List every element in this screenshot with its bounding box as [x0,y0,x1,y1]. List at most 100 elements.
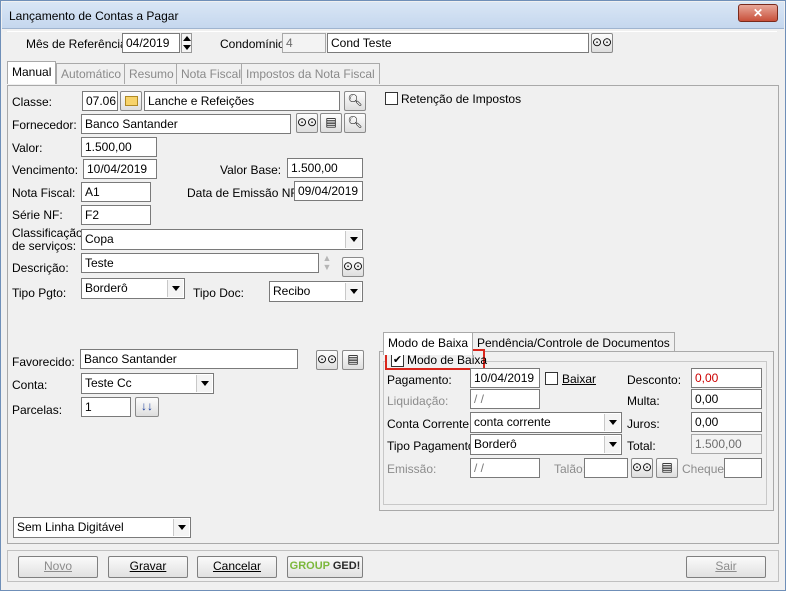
valor-input[interactable]: 1.500,00 [81,137,157,157]
classe-name-input[interactable]: Lanche e Refeições [144,91,340,111]
parcelas-input[interactable]: 1 [81,397,131,417]
chevron-down-icon[interactable] [345,283,361,300]
conta-corrente-select-value: conta corrente [474,415,551,429]
sair-button[interactable]: Sair [686,556,766,578]
cheque-input[interactable] [724,458,762,478]
tab-nota-fiscal[interactable]: Nota Fiscal [176,63,247,84]
tipo-pgto-select-value: Borderô [85,281,128,295]
tab-manual[interactable]: Manual [7,61,57,84]
conta-corrente-label: Conta Corrente: [387,417,473,431]
chevron-down-icon[interactable] [173,519,189,536]
talao-search-button[interactable]: ⊙⊙ [631,458,653,478]
spin-up-icon[interactable] [183,36,191,41]
conta-corrente-select[interactable]: conta corrente [470,412,622,433]
total-input: 1.500,00 [691,434,762,454]
serie-nf-input[interactable]: F2 [81,205,151,225]
tipo-pgto-select[interactable]: Borderô [81,278,185,299]
tab-resumo[interactable]: Resumo [124,63,179,84]
tipo-doc-select[interactable]: Recibo [269,281,363,302]
descricao-scroll[interactable]: ▲ ▼ [321,254,333,274]
emissao-input[interactable]: / / [470,458,540,478]
tipo-pgto-label: Tipo Pgto: [12,286,67,300]
favorecido-search-button[interactable]: ⊙⊙ [316,350,338,370]
classe-folder-button[interactable] [120,91,142,111]
desconto-label: Desconto: [627,373,682,387]
cancelar-button[interactable]: Cancelar [197,556,277,578]
valor-base-input[interactable]: 1.500,00 [287,158,363,178]
classificacao-select[interactable]: Copa [81,229,363,250]
liquidacao-input[interactable]: / / [470,389,540,409]
novo-button-label: Novo [43,559,72,573]
classe-lookup-button[interactable]: 🔍︎ [344,91,366,111]
tab-modo-de-baixa[interactable]: Modo de Baixa [383,332,474,355]
chevron-down-icon[interactable] [167,280,183,297]
tab-pendencia-controle[interactable]: Pendência/Controle de Documentos [472,332,675,353]
mes-referencia-input[interactable]: 04/2019 [122,33,180,53]
sair-button-label: Sair [715,559,737,573]
group-ged-button[interactable]: GROUP GED! [287,556,363,578]
cheque-label: Cheque: [682,462,728,476]
liquidacao-label: Liquidação: [387,394,449,408]
binoculars-icon: ⊙⊙ [297,115,318,129]
favorecido-input[interactable]: Banco Santander [80,349,298,369]
descricao-label: Descrição: [12,261,69,275]
baixar-label-text: Baixar [562,372,597,386]
pagamento-input[interactable]: 10/04/2019 [470,368,540,388]
data-emissao-input[interactable]: 09/04/2019 [294,181,363,201]
baixar-checkbox[interactable] [545,372,558,385]
conta-select[interactable]: Teste Cc [81,373,214,394]
vencimento-label: Vencimento: [12,163,79,177]
close-button[interactable]: ✕ [738,4,778,22]
favorecido-card-button[interactable]: ▤ [342,350,364,370]
juros-label: Juros: [627,417,660,431]
main-tabs: Manual Automático Resumo Nota Fiscal Imp… [7,61,779,87]
fornecedor-card-button[interactable]: ▤ [320,113,342,133]
talao-input[interactable] [584,458,628,478]
spin-down-icon[interactable] [183,45,191,50]
favorecido-label: Favorecido: [12,355,75,369]
descricao-input[interactable]: Teste [81,253,319,273]
modo-de-baixa-checkbox[interactable]: ✔ [391,354,404,367]
scroll-down-icon[interactable]: ▼ [323,262,332,272]
tipo-pagamento-select[interactable]: Borderô [470,434,622,455]
magnifier-icon: 🔍︎ [347,93,363,107]
chevron-down-icon[interactable] [604,436,620,453]
binoculars-icon: ⊙⊙ [343,259,364,273]
tipo-doc-select-value: Recibo [273,284,311,298]
classe-label: Classe: [12,95,53,109]
classe-code-input[interactable]: 07.06 [82,91,118,111]
condominio-name-input[interactable]: Cond Teste [327,33,589,53]
parcelas-expand-button[interactable]: ↓↓ [135,397,159,417]
condominio-search-button[interactable]: ⊙⊙ [591,33,613,53]
magnifier-icon: 🔍︎ [347,115,363,129]
linha-digitavel-select[interactable]: Sem Linha Digitável [13,517,191,538]
novo-button[interactable]: Novo [18,556,98,578]
fornecedor-label: Fornecedor: [12,118,77,132]
condominio-code-input[interactable]: 4 [282,33,326,53]
fornecedor-input[interactable]: Banco Santander [81,114,291,134]
modo-de-baixa-label: Modo de Baixa [407,353,488,367]
chevron-down-icon[interactable] [196,375,212,392]
fornecedor-search-button[interactable]: ⊙⊙ [296,113,318,133]
nota-fiscal-input[interactable]: A1 [81,182,151,202]
fornecedor-lookup-button[interactable]: 🔍︎ [344,113,366,133]
talao-card-button[interactable]: ▤ [656,458,678,478]
vencimento-input[interactable]: 10/04/2019 [83,159,157,179]
desconto-input[interactable]: 0,00 [691,368,762,388]
mes-spinner[interactable] [181,33,192,53]
binoculars-icon: ⊙⊙ [592,35,613,49]
multa-input[interactable]: 0,00 [691,389,762,409]
gravar-button-label: Gravar [129,559,167,573]
data-emissao-label: Data de Emissão NF: [187,186,302,200]
juros-input[interactable]: 0,00 [691,412,762,432]
multa-label: Multa: [627,394,660,408]
descricao-search-button[interactable]: ⊙⊙ [342,257,364,277]
retencao-checkbox[interactable] [385,92,398,105]
tab-impostos-nota-fiscal[interactable]: Impostos da Nota Fiscal [241,63,380,84]
condominio-label: Condomínio: [220,37,289,51]
chevron-down-icon[interactable] [345,231,361,248]
tab-automatico[interactable]: Automático [56,63,127,84]
valor-label: Valor: [12,141,43,155]
chevron-down-icon[interactable] [604,414,620,431]
gravar-button[interactable]: Gravar [108,556,188,578]
